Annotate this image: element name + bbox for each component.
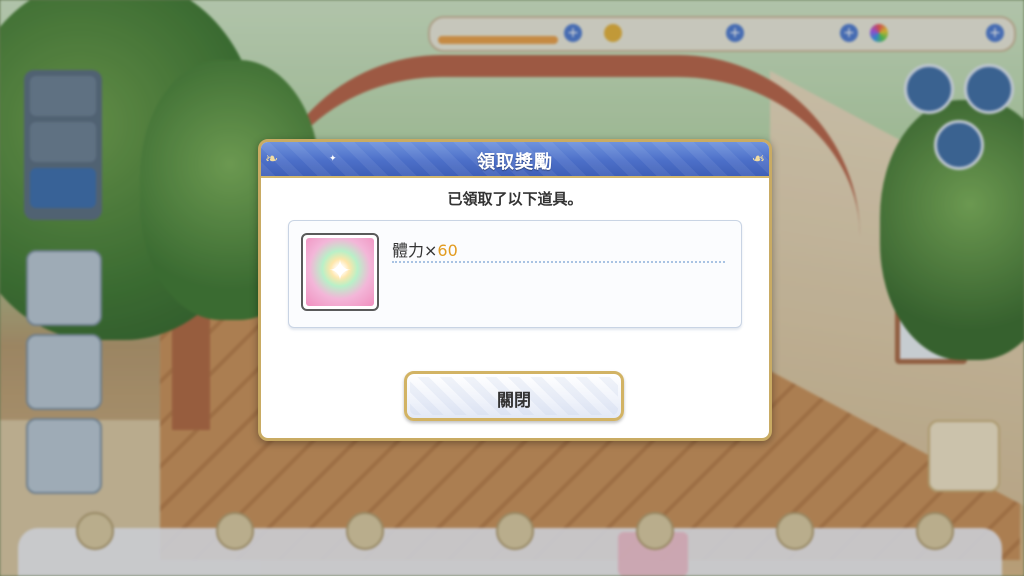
close-button[interactable]: 關閉 [404,371,624,421]
reward-item-quantity: 60 [437,241,458,260]
reward-list: ✦ 體力×60 [288,220,742,328]
dialog-message: 已領取了以下道具。 [447,190,583,208]
reward-item-multiplier: × [424,241,438,260]
dialog-title: 領取獎勵 [477,152,553,173]
close-button-label: 關閉 [497,391,531,411]
reward-dialog: ❧ ❧ ✦ 領取獎勵 已領取了以下道具。 ✦ 體力×60 關閉 [258,139,772,441]
reward-item-label: 體力×60 [392,237,458,261]
dialog-header: ❧ ❧ ✦ 領取獎勵 [261,142,769,178]
divider [392,261,725,263]
reward-item-name: 體力 [392,241,425,260]
stamina-icon: ✦ [301,233,379,311]
